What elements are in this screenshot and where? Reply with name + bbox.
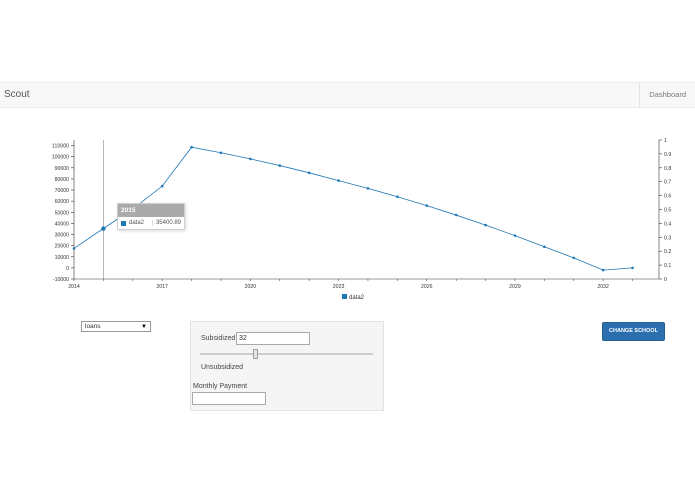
brand-title[interactable]: Scout	[4, 89, 30, 100]
x-tick-label: 2026	[421, 284, 433, 290]
monthly-payment-input[interactable]	[192, 392, 266, 405]
y-tick-label: 20000	[55, 244, 70, 250]
y-tick-label: 80000	[55, 177, 70, 183]
data-point	[337, 179, 340, 182]
subsidized-slider[interactable]	[200, 353, 373, 355]
x-tick-label: 2020	[245, 284, 257, 290]
y2-tick-label: 0.1	[664, 263, 671, 269]
data-point	[190, 145, 193, 149]
x-tick-label: 2032	[597, 284, 609, 290]
y2-tick-label: 0	[664, 277, 667, 283]
y-tick-label: 110000	[52, 144, 69, 150]
tooltip-title: 2015	[118, 204, 184, 217]
data-point	[631, 266, 634, 270]
tooltip-value: 35400.89	[155, 220, 181, 226]
y-tick-label: 90000	[55, 166, 70, 172]
data-point	[454, 213, 458, 217]
data-point	[219, 151, 223, 155]
data-point	[543, 245, 546, 249]
y-tick-label: 0	[66, 266, 69, 272]
y2-tick-label: 0.5	[664, 208, 671, 214]
data-point	[101, 226, 106, 231]
navbar: Scout Dashboard	[0, 82, 695, 108]
tooltip-swatch	[121, 220, 126, 226]
data-point	[601, 268, 605, 272]
x-tick-label: 2029	[509, 284, 521, 290]
y-tick-label: 40000	[55, 221, 70, 227]
chart-tooltip: 2015 data2 35400.89	[117, 203, 185, 230]
nav-link-dashboard[interactable]: Dashboard	[639, 83, 695, 107]
data-point	[572, 256, 576, 260]
y2-tick-label: 0.8	[664, 166, 671, 172]
unsubsidized-label: Unsubsidized	[201, 364, 244, 371]
subsidized-input[interactable]: 32	[236, 332, 310, 345]
tooltip-series-name: data2	[129, 220, 153, 226]
y2-tick-label: 1	[664, 138, 667, 144]
y-tick-label: 10000	[55, 255, 70, 261]
x-tick-label: 2023	[333, 284, 345, 290]
data-point	[160, 184, 164, 188]
y2-tick-label: 0.6	[664, 194, 671, 200]
slider-handle[interactable]	[253, 349, 259, 359]
y2-tick-label: 0.3	[664, 235, 671, 241]
y-tick-label: 60000	[55, 199, 70, 205]
data-point	[484, 223, 487, 227]
y2-tick-label: 0.9	[664, 152, 671, 158]
y2-tick-label: 0.2	[664, 249, 671, 255]
data-point	[425, 204, 429, 207]
data-point	[366, 187, 370, 190]
legend-swatch-data2	[342, 294, 347, 299]
select-value: loans	[85, 323, 101, 330]
monthly-payment-label: Monthly Payment	[193, 383, 248, 390]
loan-type-select[interactable]: loans ▼	[81, 321, 151, 332]
loan-chart: -10000 0 10000 20000 30000 40000 50000 60000 700…	[52, 138, 672, 301]
dropdown-arrow-icon: ▼	[141, 324, 147, 330]
data-point	[72, 247, 76, 250]
y-tick-label: 70000	[55, 188, 70, 194]
y-tick-label: 30000	[55, 233, 70, 239]
y-tick-label: 50000	[55, 210, 70, 216]
x-tick-label: 2014	[68, 284, 80, 290]
data-point	[307, 171, 311, 175]
y2-tick-label: 0.4	[664, 221, 671, 227]
y2-tick-label: 0.7	[664, 180, 671, 186]
data-point	[278, 164, 282, 167]
y-tick-label: -10000	[53, 277, 69, 283]
change-school-button[interactable]: CHANGE SCHOOL	[602, 322, 665, 341]
x-tick-label: 2017	[156, 284, 168, 290]
data-point	[249, 157, 252, 161]
data-point	[513, 234, 517, 237]
legend-label-data2: data2	[349, 295, 365, 301]
data-point	[396, 195, 399, 199]
subsidized-label: Subsidized	[201, 335, 236, 342]
y-tick-label: 100000	[52, 155, 69, 161]
